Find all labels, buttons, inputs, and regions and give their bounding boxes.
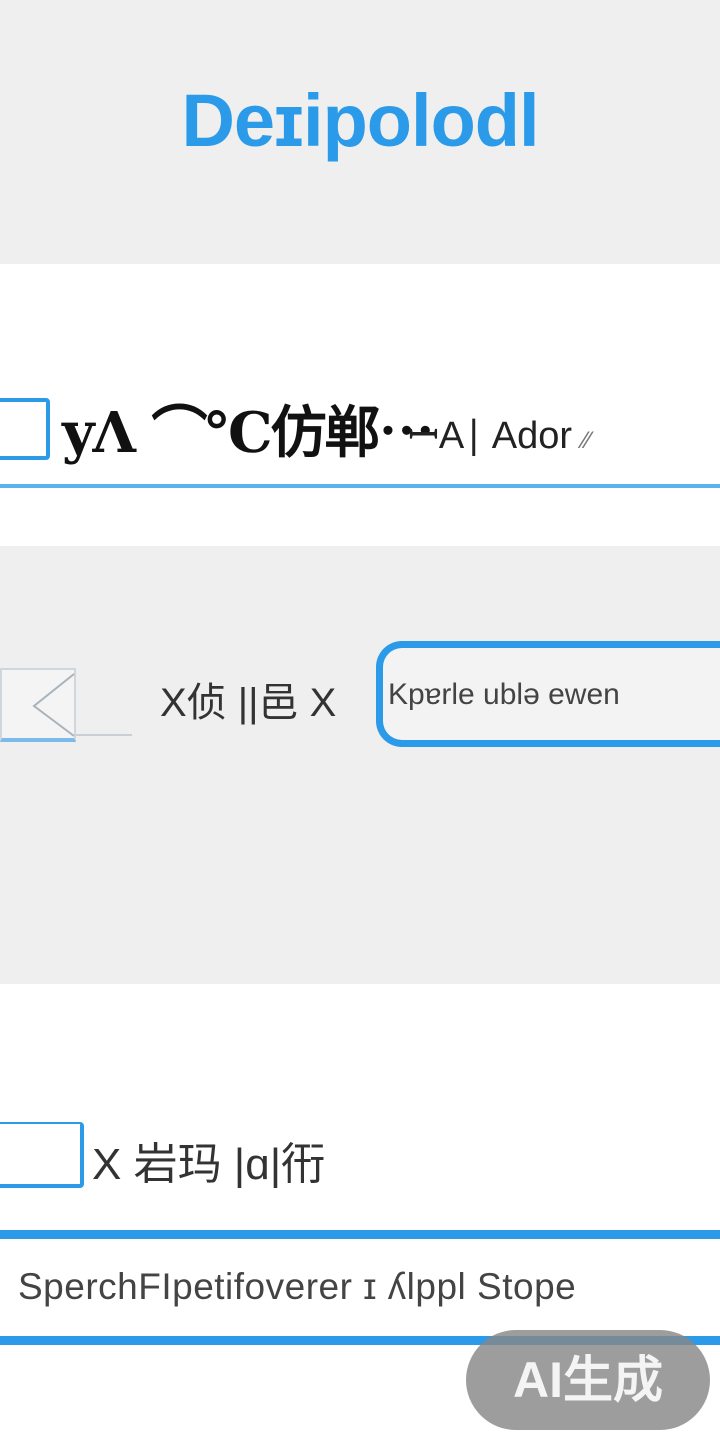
option-box-2[interactable] <box>0 1122 84 1188</box>
option-hint-text: ꟷA∣ Ador <box>408 415 573 457</box>
option-checkbox[interactable] <box>0 398 50 460</box>
option-label-2: X 岩玛 |ɑ|衎 <box>92 1140 326 1189</box>
option-underline <box>0 484 720 488</box>
text-input-value: Kpɐrle ublə ewen <box>388 678 620 711</box>
back-button[interactable] <box>0 668 76 742</box>
filter-label: X侦 ||邑 X <box>160 681 337 725</box>
chevron-left-icon <box>32 673 75 737</box>
search-input[interactable]: SperchFIpetifoverer ɪ ʎlppl Stope <box>18 1266 576 1308</box>
option-hint-mark: ⁄⁄ <box>582 427 591 454</box>
back-underline <box>76 734 132 736</box>
ai-generated-badge: AI生成 <box>466 1330 710 1430</box>
section-input <box>0 546 720 984</box>
option-hint: ꟷA∣ Ador ⁄⁄ <box>408 408 591 460</box>
option-label: yΛ ⌒℃仿郸⋯ <box>62 400 435 466</box>
app-title: Deɪipolodl <box>181 79 539 162</box>
search-border-top <box>0 1230 720 1239</box>
header-bar: Deɪipolodl <box>0 0 720 264</box>
